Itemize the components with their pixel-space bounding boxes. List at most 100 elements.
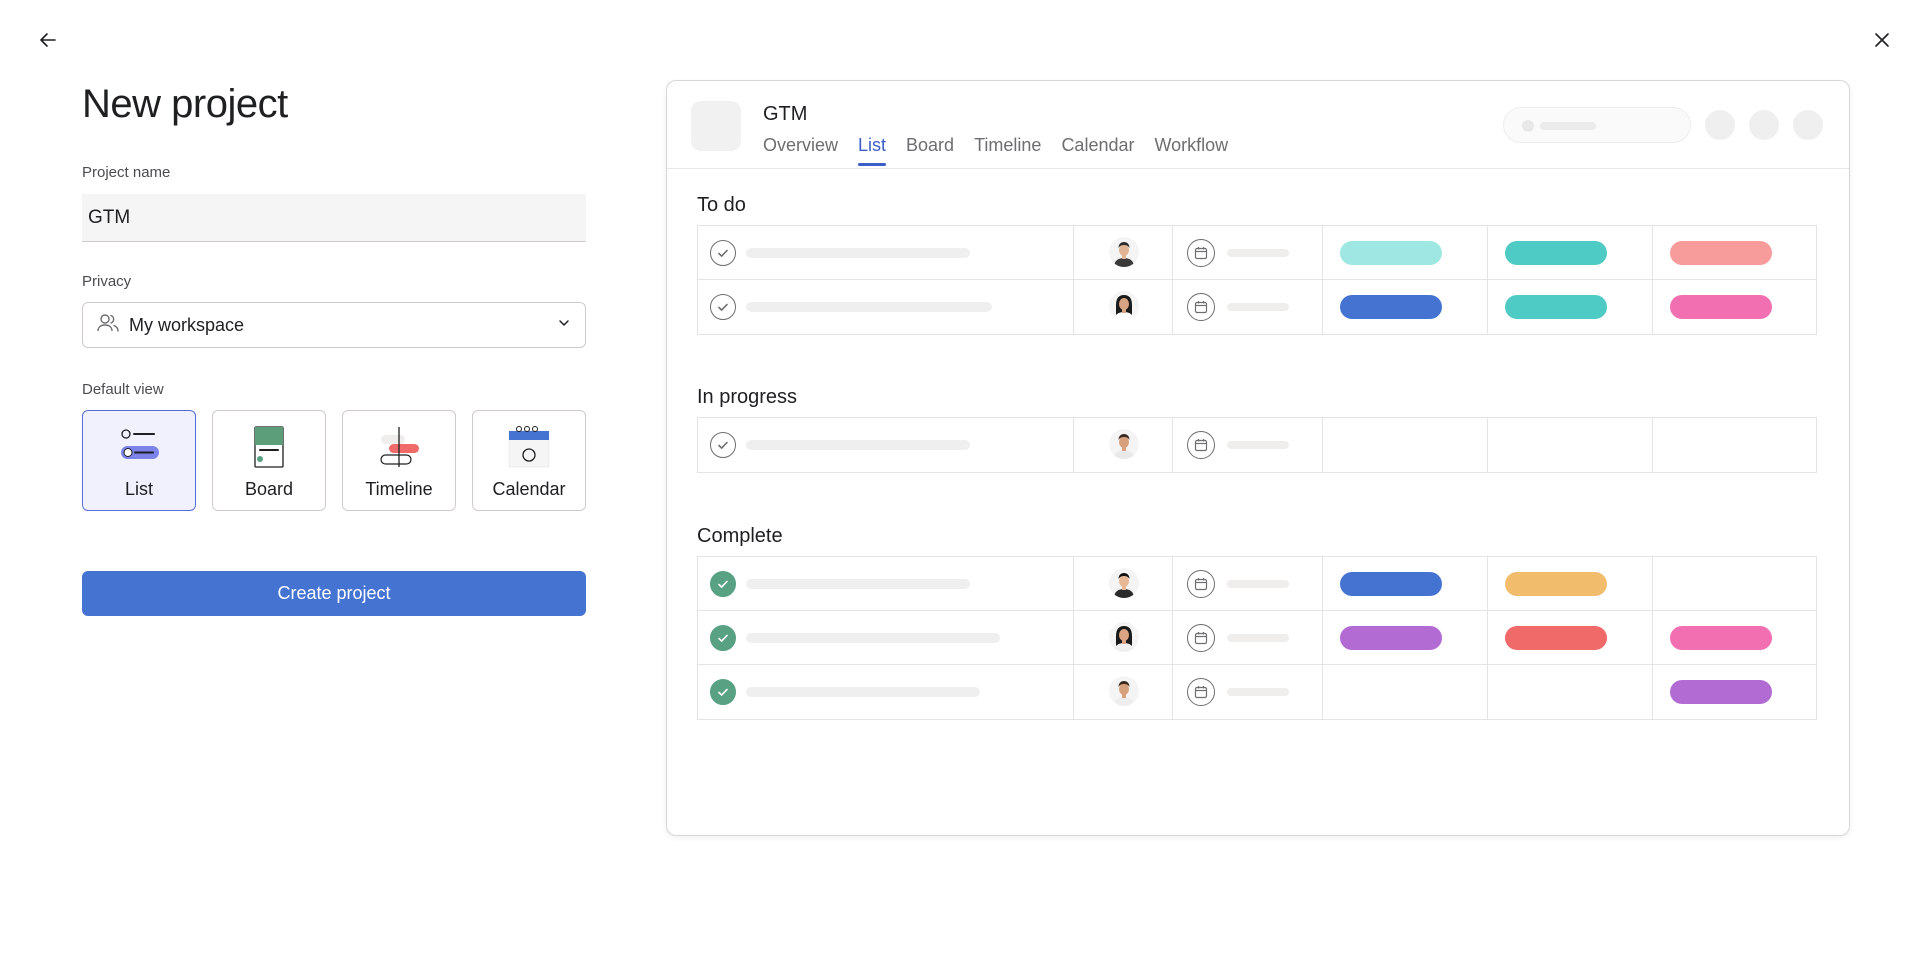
due-date-cell	[1173, 665, 1323, 719]
create-project-button[interactable]: Create project	[82, 571, 586, 616]
task-name-skeleton	[746, 440, 970, 450]
assignee-cell	[1074, 280, 1173, 334]
project-preview: GTM Overview List Board Timeline Calenda…	[666, 80, 1850, 836]
task-name-cell	[698, 280, 1074, 334]
table-row	[698, 611, 1816, 665]
due-date-cell	[1173, 226, 1323, 279]
task-table	[697, 225, 1817, 335]
checkmark-icon	[710, 240, 736, 266]
assignee-cell	[1074, 557, 1173, 610]
preview-project-title: GTM	[763, 103, 808, 125]
due-date-skeleton	[1227, 249, 1289, 257]
tag-cell	[1488, 280, 1653, 334]
project-icon-placeholder	[691, 101, 741, 151]
tag-cell	[1323, 226, 1488, 279]
tag-cell	[1653, 611, 1818, 664]
tag-pill	[1670, 295, 1772, 319]
tag-cell	[1323, 418, 1488, 472]
due-date-skeleton	[1227, 441, 1289, 449]
due-date-skeleton	[1227, 303, 1289, 311]
chevron-down-icon	[557, 316, 571, 335]
back-arrow-icon[interactable]	[32, 24, 64, 56]
task-name-skeleton	[746, 633, 1000, 643]
tag-cell	[1488, 611, 1653, 664]
calendar-icon	[1187, 678, 1215, 706]
tag-cell	[1323, 557, 1488, 610]
view-option-calendar[interactable]: Calendar	[472, 410, 586, 511]
task-name-cell	[698, 226, 1074, 279]
tag-pill	[1505, 572, 1607, 596]
header-action-placeholder	[1749, 110, 1779, 140]
search-placeholder	[1503, 107, 1691, 143]
section-title: In progress	[697, 386, 798, 408]
checkmark-icon	[710, 432, 736, 458]
header-action-placeholder	[1793, 110, 1823, 140]
calendar-icon	[1187, 570, 1215, 598]
preview-header: GTM Overview List Board Timeline Calenda…	[667, 81, 1849, 169]
project-name-input[interactable]	[82, 194, 586, 242]
tag-cell	[1488, 665, 1653, 719]
avatar	[1109, 237, 1139, 267]
view-option-label: Board	[244, 479, 294, 499]
calendar-icon	[1187, 239, 1215, 267]
tag-pill	[1340, 572, 1442, 596]
avatar	[1109, 622, 1139, 652]
header-action-placeholder	[1705, 110, 1735, 140]
tag-cell	[1488, 418, 1653, 472]
table-row	[698, 226, 1816, 280]
table-row	[698, 557, 1816, 611]
calendar-view-icon	[508, 426, 550, 468]
task-name-cell	[698, 418, 1074, 472]
view-option-board[interactable]: Board	[212, 410, 326, 511]
privacy-select[interactable]: My workspace	[82, 302, 586, 348]
preview-tabs: Overview List Board Timeline Calendar Wo…	[763, 135, 1248, 166]
timeline-view-icon	[380, 427, 419, 467]
privacy-label: Privacy	[82, 273, 132, 290]
calendar-icon	[1187, 431, 1215, 459]
tag-cell	[1488, 557, 1653, 610]
project-name-label: Project name	[82, 164, 171, 181]
tag-cell	[1653, 280, 1818, 334]
avatar	[1109, 291, 1139, 321]
due-date-cell	[1173, 557, 1323, 610]
tag-pill	[1340, 626, 1442, 650]
view-option-timeline[interactable]: Timeline	[342, 410, 456, 511]
due-date-cell	[1173, 611, 1323, 664]
tag-pill	[1340, 295, 1442, 319]
people-icon	[97, 313, 119, 338]
tag-cell	[1323, 611, 1488, 664]
tag-pill	[1670, 241, 1772, 265]
task-name-cell	[698, 665, 1074, 719]
due-date-skeleton	[1227, 634, 1289, 642]
task-name-cell	[698, 611, 1074, 664]
view-option-label: List	[124, 479, 153, 499]
task-name-skeleton	[746, 687, 980, 697]
board-view-icon	[254, 426, 284, 468]
tab-workflow: Workflow	[1154, 135, 1229, 155]
avatar	[1109, 568, 1139, 598]
tag-pill	[1670, 680, 1772, 704]
task-table	[697, 417, 1817, 473]
task-name-cell	[698, 557, 1074, 610]
close-icon[interactable]	[1866, 24, 1898, 56]
tag-cell	[1653, 557, 1818, 610]
due-date-skeleton	[1227, 580, 1289, 588]
tag-pill	[1505, 241, 1607, 265]
avatar	[1109, 676, 1139, 706]
checkmark-complete-icon	[710, 679, 736, 705]
tag-cell	[1653, 226, 1818, 279]
due-date-cell	[1173, 280, 1323, 334]
view-option-label: Timeline	[365, 479, 433, 499]
assignee-cell	[1074, 611, 1173, 664]
assignee-cell	[1074, 665, 1173, 719]
calendar-icon	[1187, 293, 1215, 321]
list-view-icon	[121, 429, 159, 459]
search-text-skeleton	[1540, 122, 1596, 130]
section-title: To do	[697, 194, 746, 216]
search-icon	[1522, 120, 1534, 132]
tab-board: Board	[906, 135, 955, 155]
tag-cell	[1323, 280, 1488, 334]
tag-pill	[1670, 626, 1772, 650]
tab-overview: Overview	[763, 135, 839, 155]
view-option-list[interactable]: List	[82, 410, 196, 511]
